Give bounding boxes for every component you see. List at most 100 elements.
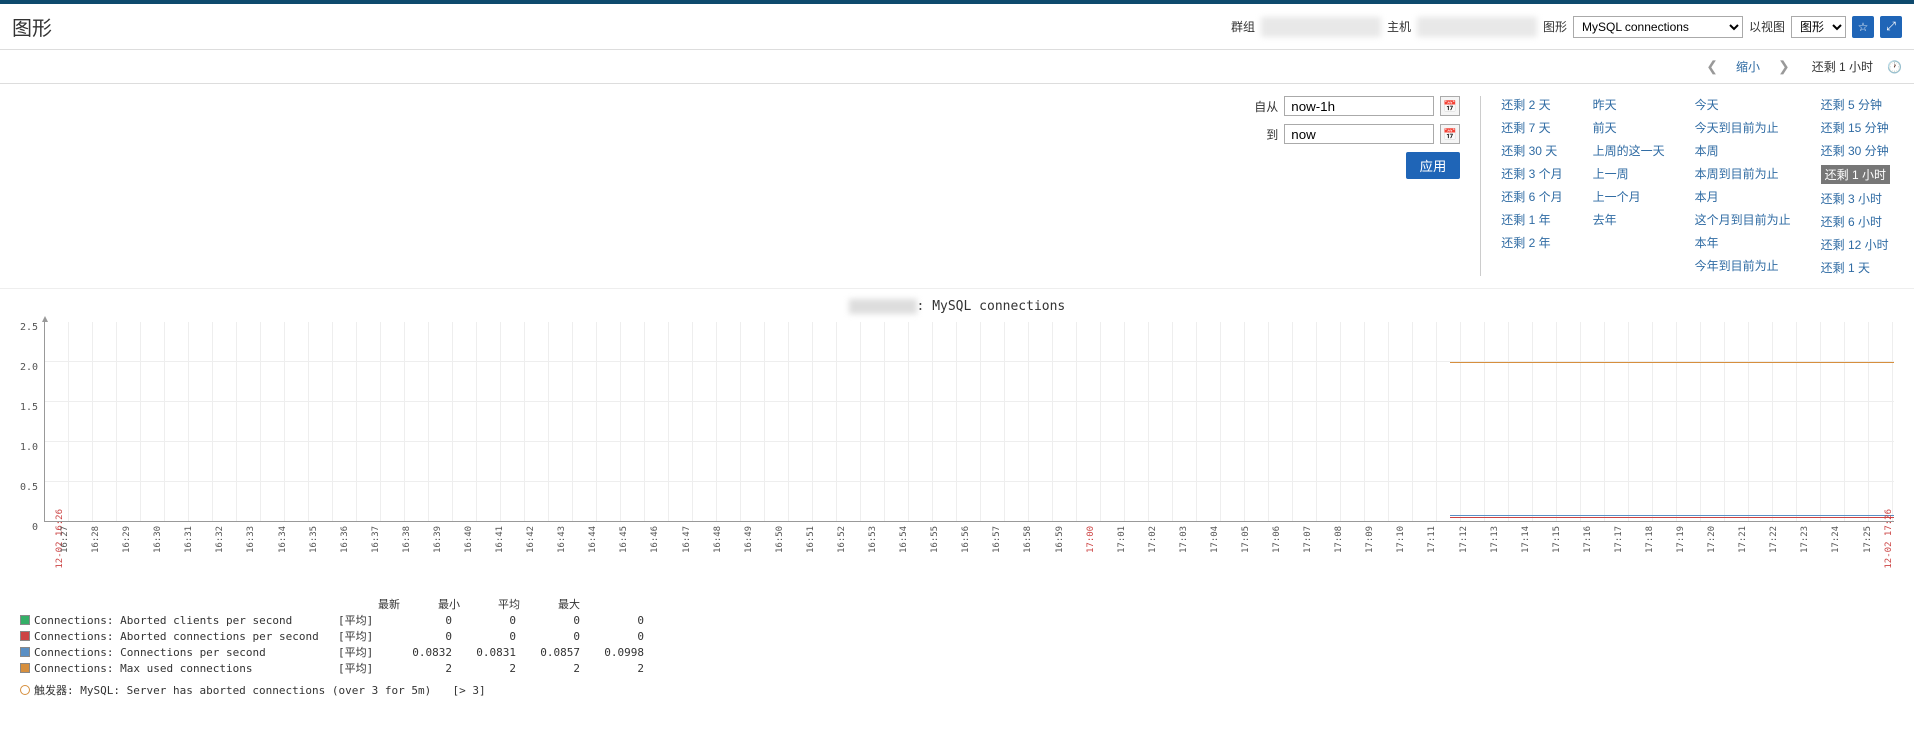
preset-link[interactable]: 还剩 2 天 [1501,96,1562,113]
time-panel: 自从 📅 到 📅 应用 还剩 2 天还剩 7 天还剩 30 天还剩 3 个月还剩… [0,84,1914,289]
legend-max: 0 [584,614,644,627]
view-label: 以视图 [1749,18,1785,35]
legend-min: 0 [456,630,516,643]
x-tick: 16:31 [184,526,215,556]
x-tick: 16:32 [215,526,246,556]
x-tick: 17:09 [1365,526,1396,556]
preset-link[interactable]: 还剩 30 天 [1501,142,1562,159]
legend-type: [平均] [338,660,388,676]
filter-bar: 群组 主机 图形 MySQL connections 以视图 图形 ☆ ⤢ [1231,16,1902,38]
preset-link[interactable]: 前天 [1593,119,1665,136]
x-tick: 17:14 [1521,526,1552,556]
preset-link[interactable]: 昨天 [1593,96,1665,113]
x-tick: 16:38 [402,526,433,556]
legend-series-name: Connections: Max used connections [34,662,334,675]
legend-header-min: 最小 [400,596,460,612]
x-tick: 17:20 [1707,526,1738,556]
legend-swatch [20,663,30,673]
preset-link[interactable]: 上周的这一天 [1593,142,1665,159]
clock-icon[interactable]: 🕐 [1887,60,1902,74]
preset-link[interactable]: 还剩 1 天 [1821,259,1890,276]
trigger-dot-icon [20,685,30,695]
preset-link[interactable]: 还剩 15 分钟 [1821,119,1890,136]
legend-row: Connections: Aborted clients per second … [20,612,1894,628]
x-tick: 16:52 [837,526,868,556]
x-tick: 17:15 [1552,526,1583,556]
view-select[interactable]: 图形 [1791,16,1846,38]
plot-area: 12-02 16:26 12-02 17:26 [44,322,1894,522]
x-tick: 16:58 [1023,526,1054,556]
preset-link[interactable]: 还剩 6 小时 [1821,213,1890,230]
preset-link[interactable]: 去年 [1593,211,1665,228]
legend-type: [平均] [338,644,388,660]
time-nav: ❮ 缩小 ❯ 还剩 1 小时 🕐 [0,50,1914,84]
favorite-icon[interactable]: ☆ [1852,16,1874,38]
preset-link[interactable]: 今天到目前为止 [1695,119,1791,136]
preset-link[interactable]: 今天 [1695,96,1791,113]
trigger-row: 触发器: MySQL: Server has aborted connectio… [20,682,1894,698]
legend-min: 2 [456,662,516,675]
legend-series-name: Connections: Aborted clients per second [34,614,334,627]
legend-last: 0 [392,614,452,627]
preset-link[interactable]: 本周 [1695,142,1791,159]
preset-link[interactable]: 还剩 1 小时 [1821,165,1890,184]
x-tick: 16:42 [526,526,557,556]
x-tick: 16:34 [278,526,309,556]
x-tick: 16:35 [309,526,340,556]
prev-arrow-icon[interactable]: ❮ [1698,58,1726,75]
preset-link[interactable]: 今年到目前为止 [1695,257,1791,274]
host-label: 主机 [1387,18,1411,35]
from-calendar-icon[interactable]: 📅 [1440,96,1460,116]
legend-row: Connections: Aborted connections per sec… [20,628,1894,644]
legend-type: [平均] [338,628,388,644]
preset-link[interactable]: 上一周 [1593,165,1665,182]
next-arrow-icon[interactable]: ❯ [1770,58,1798,75]
current-range[interactable]: 还剩 1 小时 [1808,56,1877,77]
x-tick: 16:47 [682,526,713,556]
to-calendar-icon[interactable]: 📅 [1440,124,1460,144]
series-max-used [1450,362,1894,363]
preset-link[interactable]: 还剩 30 分钟 [1821,142,1890,159]
trigger-label: 触发器: MySQL: Server has aborted connectio… [34,682,431,698]
legend-avg: 0 [520,630,580,643]
x-tick: 17:03 [1179,526,1210,556]
preset-link[interactable]: 这个月到目前为止 [1695,211,1791,228]
preset-link[interactable]: 还剩 6 个月 [1501,188,1562,205]
x-tick: 17:12 [1459,526,1490,556]
to-input[interactable] [1284,124,1434,144]
zoom-out-button[interactable]: 缩小 [1736,58,1760,75]
preset-link[interactable]: 上一个月 [1593,188,1665,205]
time-presets: 还剩 2 天还剩 7 天还剩 30 天还剩 3 个月还剩 6 个月还剩 1 年还… [1480,96,1890,276]
preset-link[interactable]: 本周到目前为止 [1695,165,1791,182]
from-input[interactable] [1284,96,1434,116]
preset-link[interactable]: 还剩 7 天 [1501,119,1562,136]
preset-link[interactable]: 本月 [1695,188,1791,205]
legend-avg: 0 [520,614,580,627]
legend-swatch [20,631,30,641]
fullscreen-icon[interactable]: ⤢ [1880,16,1902,38]
x-tick: 17:13 [1490,526,1521,556]
preset-link[interactable]: 还剩 3 小时 [1821,190,1890,207]
x-tick: 16:50 [775,526,806,556]
x-tick: 16:37 [371,526,402,556]
preset-link[interactable]: 还剩 5 分钟 [1821,96,1890,113]
preset-link[interactable]: 还剩 1 年 [1501,211,1562,228]
series-connections [1450,515,1894,516]
group-select[interactable] [1261,17,1381,37]
preset-link[interactable]: 还剩 2 年 [1501,234,1562,251]
preset-link[interactable]: 还剩 12 小时 [1821,236,1890,253]
host-select[interactable] [1417,17,1537,37]
x-tick: 17:25 [1863,526,1894,556]
legend-max: 2 [584,662,644,675]
page-title: 图形 [12,12,52,41]
preset-link[interactable]: 还剩 3 个月 [1501,165,1562,182]
x-tick: 17:02 [1148,526,1179,556]
x-tick: 17:05 [1241,526,1272,556]
preset-link[interactable]: 本年 [1695,234,1791,251]
chart-area: : MySQL connections 2.52.01.51.00.50 12-… [0,289,1914,708]
x-tick: 17:17 [1614,526,1645,556]
x-tick: 17:08 [1334,526,1365,556]
graph-select[interactable]: MySQL connections [1573,16,1743,38]
x-tick: 17:00 [1086,526,1117,556]
apply-button[interactable]: 应用 [1406,152,1461,179]
